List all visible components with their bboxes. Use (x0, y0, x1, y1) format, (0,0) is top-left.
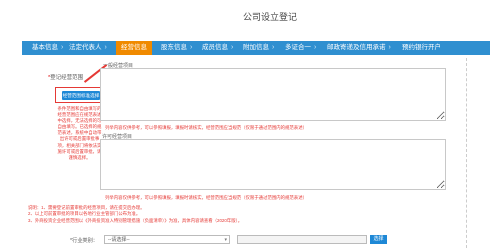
step-arrow-icon: › (314, 44, 317, 51)
step-arrow-icon: › (272, 44, 275, 51)
step-arrow-icon: › (61, 44, 64, 51)
general-scope-hint: 列举内容仅供参考，可以参照填报，填报时请核实，经营范围应当规范（仅限于通过范围内… (105, 125, 307, 130)
industry-select-value: --请选择-- (108, 237, 130, 243)
chevron-down-icon: ▾ (224, 237, 227, 243)
step-bar: 基本信息 › 法定代表人 › 经营信息 股东信息 › 成员信息 › 附加信息 › 多证合一… (22, 41, 490, 55)
notes: 说明：1、需要登记前置审批的经营项目，请在提交后办理。 2、以上可前置审批的项目… (28, 205, 478, 224)
general-scope-textarea[interactable] (100, 68, 446, 121)
industry-label: *行业类别： (70, 238, 98, 244)
licensed-scope-hint: 列举内容仅供参考，可以参照填报，填报时请核实，经营范围应当规范（仅限于通过范围内… (105, 195, 307, 200)
business-scope-label: *登记经营范围 (48, 75, 84, 81)
page-title: 公司设立登记 (242, 12, 297, 22)
step-postal-credit[interactable]: 邮政寄递及信用承诺 › (327, 41, 391, 55)
step-arrow-icon: › (104, 44, 107, 51)
step-extra-info[interactable]: 附加信息 › (243, 41, 274, 55)
step-multi-cert[interactable]: 多证合一 › (285, 41, 316, 55)
step-arrow-icon: › (190, 44, 193, 51)
note-line: 3、外商投资企业经营范围以《外商投资准入特别管理措施（负面清单）》为准，具体内容… (28, 217, 243, 223)
step-arrow-icon: › (231, 44, 234, 51)
scope-tip-text: 条件范围和自由填写的经营范围应在规范表述中选择，无法选择的可自由填写。已选择的规… (57, 106, 102, 160)
step-business-info[interactable]: 经营信息 (116, 41, 152, 55)
industry-select[interactable]: --请选择-- ▾ (104, 235, 230, 244)
step-member-info[interactable]: 成员信息 › (202, 41, 233, 55)
step-shareholder-info[interactable]: 股东信息 › (161, 41, 192, 55)
step-basic-info[interactable]: 基本信息 › (32, 41, 63, 55)
step-legal-rep[interactable]: 法定代表人 › (69, 41, 107, 55)
step-bank-account[interactable]: 预约银行开户 (402, 41, 441, 55)
scope-select-button[interactable]: 经营范围标准选择 (62, 91, 100, 100)
step-arrow-icon: › (388, 44, 391, 51)
licensed-scope-textarea[interactable] (100, 139, 446, 190)
industry-search-input[interactable] (237, 235, 367, 244)
industry-select-button[interactable]: 选择 (370, 235, 387, 244)
